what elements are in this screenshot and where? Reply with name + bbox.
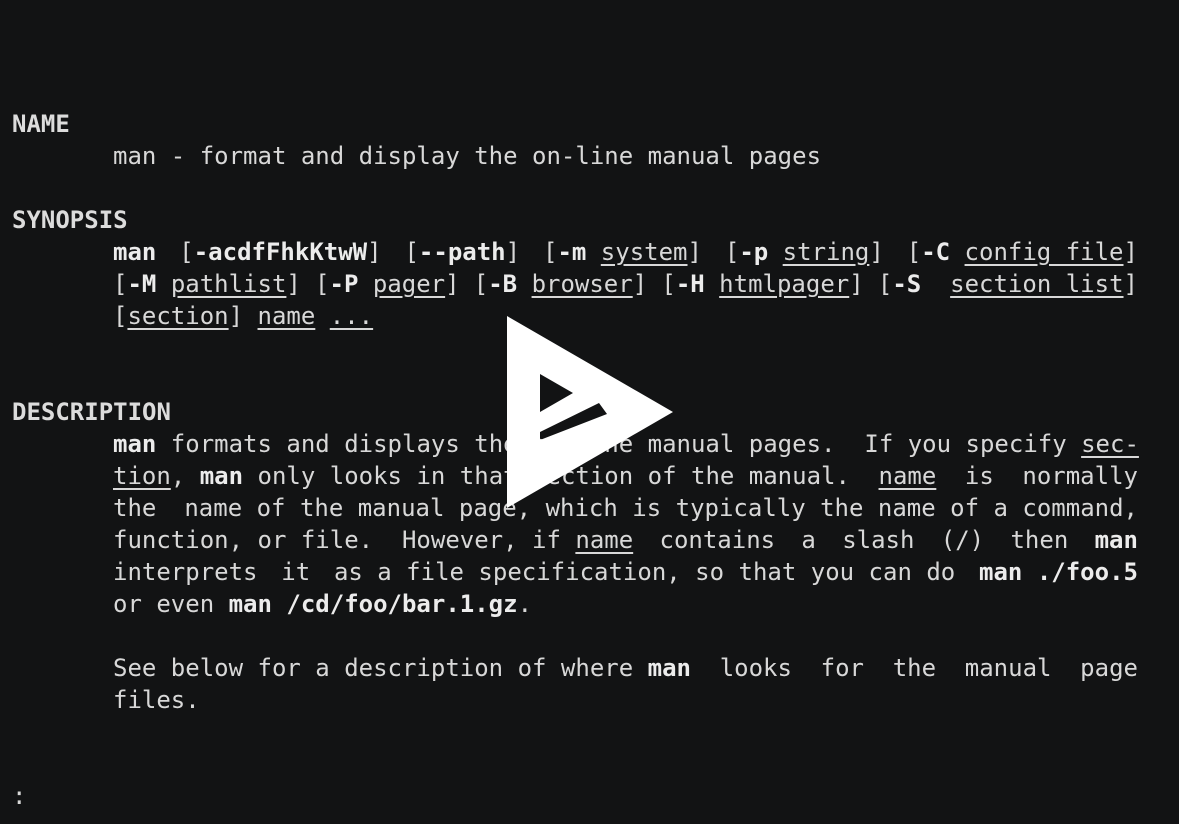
desc-text: as a file specification, so that you can… (333, 558, 956, 586)
pager-prompt[interactable]: : (12, 780, 26, 812)
desc-tion: tion (113, 462, 171, 490)
arg-browser: browser (531, 270, 633, 298)
option-m: -m (557, 238, 587, 266)
desc-word: manual (964, 654, 1052, 682)
desc-text: . (517, 590, 533, 618)
option-H: -H (675, 270, 705, 298)
arg-pathlist: pathlist (170, 270, 287, 298)
option-flags: -acdfFhkKtwW (193, 238, 368, 266)
desc-command: man /cd/foo/bar.1.gz (228, 590, 518, 618)
desc-text: function, or file. However, if (113, 526, 576, 554)
desc-text: or even (113, 590, 229, 618)
synopsis-command: man (113, 238, 157, 266)
desc-word: interprets (113, 558, 258, 586)
description-line-6: or even man /cd/foo/bar.1.gz. (113, 588, 532, 620)
desc-sec-hyphen: sec- (1081, 430, 1139, 458)
desc-word: looks (719, 654, 792, 682)
desc-word: contains (659, 526, 776, 554)
description-line-4: function, or file. However, if name cont… (113, 524, 1138, 556)
section-heading-synopsis: SYNOPSIS (12, 206, 128, 234)
desc-man: man (647, 654, 691, 682)
option-C: -C (921, 238, 951, 266)
desc-word: the (113, 494, 157, 522)
option-P: -P (329, 270, 359, 298)
play-icon[interactable] (507, 316, 675, 508)
description-line-7: See below for a description of where man… (113, 652, 1138, 684)
arg-system: system (600, 238, 688, 266)
arg-ellipsis: ... (329, 302, 374, 330)
option-path: --path (418, 238, 506, 266)
desc-word: then (1010, 526, 1069, 554)
desc-word: the (892, 654, 937, 682)
desc-command: man ./foo.5 (979, 558, 1138, 586)
desc-word: it (281, 558, 311, 586)
synopsis-line-1: man [-acdfFhkKtwW] [--path] [-m system] … (113, 238, 1138, 266)
synopsis-line-2: [-M pathlist] [-P pager] [-B browser] [-… (113, 270, 1138, 298)
arg-pager: pager (372, 270, 446, 298)
desc-word: a (801, 526, 816, 554)
description-line-5: interprets it as a file specification, s… (113, 556, 1138, 588)
arg-section: section (127, 302, 229, 330)
description-line-8: files. (113, 686, 200, 714)
arg-config-file: config_file (964, 238, 1124, 266)
desc-word: normally (1022, 462, 1138, 490)
desc-man: man (199, 462, 244, 490)
arg-section-list: section_list (950, 270, 1124, 298)
desc-man: man (1094, 526, 1138, 554)
desc-word: page (1080, 654, 1138, 682)
name-description: man - format and display the on-line man… (113, 142, 822, 170)
desc-name: name (575, 526, 634, 554)
desc-man: man (113, 430, 157, 458)
desc-word: slash (842, 526, 915, 554)
desc-word: is (964, 462, 994, 490)
option-S: -S (892, 270, 922, 298)
desc-name: name (878, 462, 937, 490)
option-B: -B (488, 270, 518, 298)
arg-htmlpager: htmlpager (719, 270, 850, 298)
section-heading-name: NAME (12, 110, 70, 138)
option-p: -p (739, 238, 769, 266)
desc-word: for (820, 654, 864, 682)
option-M: -M (127, 270, 157, 298)
desc-comma: , (170, 462, 200, 490)
section-heading-description: DESCRIPTION (12, 398, 171, 426)
arg-string: string (782, 238, 870, 266)
synopsis-line-3: [section] name ... (113, 302, 374, 330)
desc-text: See below for a description of where (113, 654, 648, 682)
desc-word: (/) (940, 526, 985, 554)
arg-name: name (257, 302, 316, 330)
